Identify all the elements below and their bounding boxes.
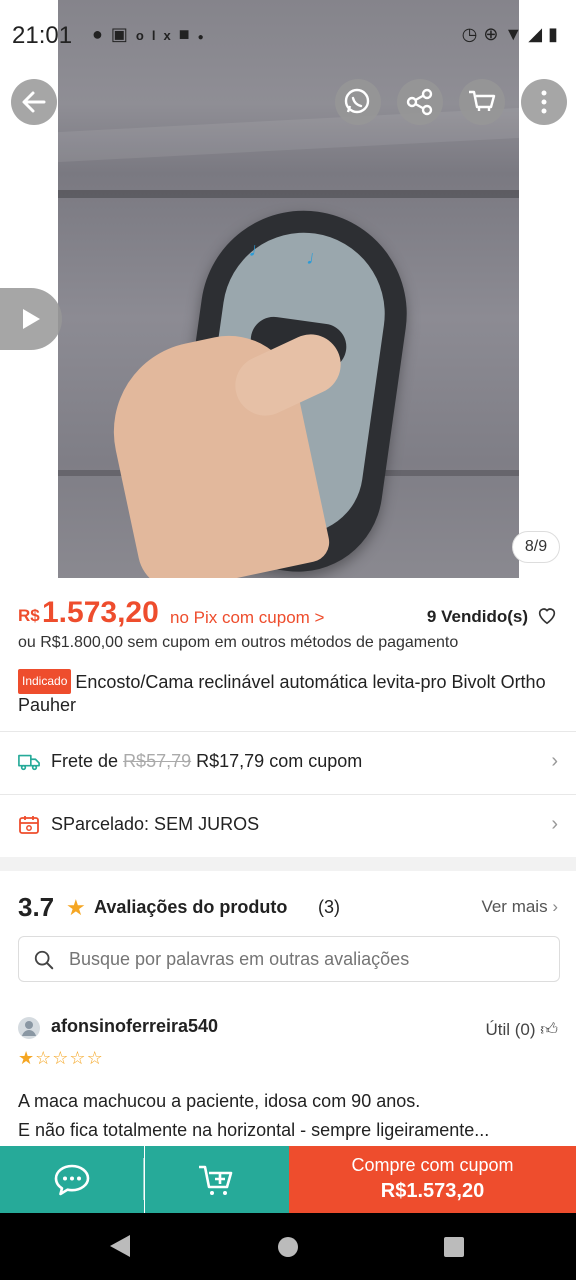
more-vertical-icon [541,90,547,114]
ratings-header: 3.7 ★ Avaliações do produto (3) Ver mais… [18,890,558,926]
whatsapp-icon [344,88,370,114]
image-counter: 8/9 [512,531,560,563]
square-icon: ■ [178,24,198,44]
cart-icon [469,90,496,111]
cart-button[interactable] [459,79,505,125]
product-title-block: Indicado Encosto/Cama reclinável automáti… [18,669,558,717]
star-empty-icon: ☆ [86,1048,104,1068]
truck-icon [18,754,40,771]
user-icon [22,1021,36,1036]
pix-coupon-link[interactable]: no Pix com cupom > [170,608,325,628]
data-saver-icon: ⊕ [483,24,505,44]
play-video-button[interactable] [0,288,62,350]
chat-button[interactable] [0,1146,144,1213]
review-search-box[interactable] [18,936,560,982]
status-bar: 21:01 ●▣olx■● ◷⊕▼◢▮ [0,0,576,72]
status-time: 21:01 [12,22,73,49]
play-icon [23,309,40,329]
wifi-icon: ▼ [504,24,529,44]
divider [0,731,576,732]
notification-icons: ●▣olx■● [92,24,212,45]
recommended-badge: Indicado [18,669,72,694]
chevron-right-icon: › [552,897,558,916]
review-stars: ★☆☆☆☆ [18,1048,104,1069]
buy-with-coupon-button[interactable]: Compre com cupom R$1.573,20 [289,1146,576,1213]
shipping-row[interactable]: Frete de R$57,79 R$17,79 com cupom › [18,742,558,782]
see-more-link[interactable]: Ver mais › [481,897,558,917]
heart-icon[interactable] [536,604,558,626]
useful-button[interactable]: Útil (0) 👍︎ [485,1019,558,1040]
review-search-input[interactable] [67,945,547,973]
avatar [18,1017,40,1039]
price-currency: R$ [18,606,40,625]
rating-score: 3.7 [18,892,55,922]
shopping-bag-icon: ▣ [110,24,136,44]
divider [0,794,576,795]
share-icon [406,88,433,116]
star-empty-icon: ☆ [52,1048,70,1068]
dot-icon: ● [197,32,212,43]
star-empty-icon: ☆ [35,1048,53,1068]
shipping-old-price: R$57,79 [123,751,192,771]
arrow-left-icon [22,91,46,113]
alarm-icon: ◷ [461,24,484,44]
shipping-new-price: R$17,79 com cupom [196,751,363,771]
search-icon [34,950,54,970]
star-empty-icon: ☆ [69,1048,87,1068]
system-icons: ◷⊕▼◢▮ [462,24,564,45]
nav-back-icon[interactable] [110,1235,130,1257]
installments-row[interactable]: SParcelado: SEM JUROS › [18,805,558,845]
buy-button-label: Compre com cupom [351,1155,514,1175]
olx-icon: olx [135,28,179,43]
nav-recents-icon[interactable] [444,1237,464,1257]
more-options-button[interactable] [521,79,567,125]
product-gallery[interactable]: ♩ ♩ 21:01 ●▣olx■● ◷⊕▼◢▮ 8/9 [0,0,576,578]
chevron-right-icon: › [551,750,558,772]
alternative-price: ou R$1.800,00 sem cupom em outros método… [18,634,459,651]
star-icon: ★ [66,895,86,920]
battery-icon: ▮ [548,24,564,44]
nav-home-icon[interactable] [278,1237,298,1257]
section-separator [0,857,576,871]
ratings-count: (3) [318,897,340,917]
price-row: R$ 1.573,20 no Pix com cupom > 9 Vendido… [18,596,558,632]
add-to-cart-button[interactable] [145,1146,289,1213]
product-photo[interactable]: ♩ ♩ [58,0,519,578]
system-nav-bar [0,1213,576,1280]
installments-label: SParcelado: SEM JUROS [51,814,260,834]
chat-icon [54,1164,90,1195]
add-cart-icon [199,1165,233,1195]
star-filled-icon: ★ [18,1048,36,1068]
bottom-action-bar: Compre com cupom R$1.573,20 [0,1146,576,1213]
signal-icon: ◢ [528,24,549,44]
shipping-prefix: Frete de [51,751,119,771]
thumbs-up-icon: 👍︎ [540,1020,558,1039]
back-button[interactable] [11,79,57,125]
sold-count: 9 Vendido(s) [426,607,528,626]
review-text: A maca machucou a paciente, idosa com 90… [18,1091,490,1140]
share-button[interactable] [397,79,443,125]
buy-button-price: R$1.573,20 [380,1180,485,1202]
whatsapp-share-button[interactable] [335,79,381,125]
product-title: Encosto/Cama reclinável automática levit… [18,672,546,715]
chat-bubble-icon: ● [92,24,111,44]
reviewer-name: afonsinoferreira540 [51,1016,219,1036]
price-value: 1.573,20 [42,596,159,629]
chevron-right-icon: › [551,813,558,835]
calendar-payment-icon [19,816,39,834]
ratings-title: Avaliações do produto [94,897,288,917]
